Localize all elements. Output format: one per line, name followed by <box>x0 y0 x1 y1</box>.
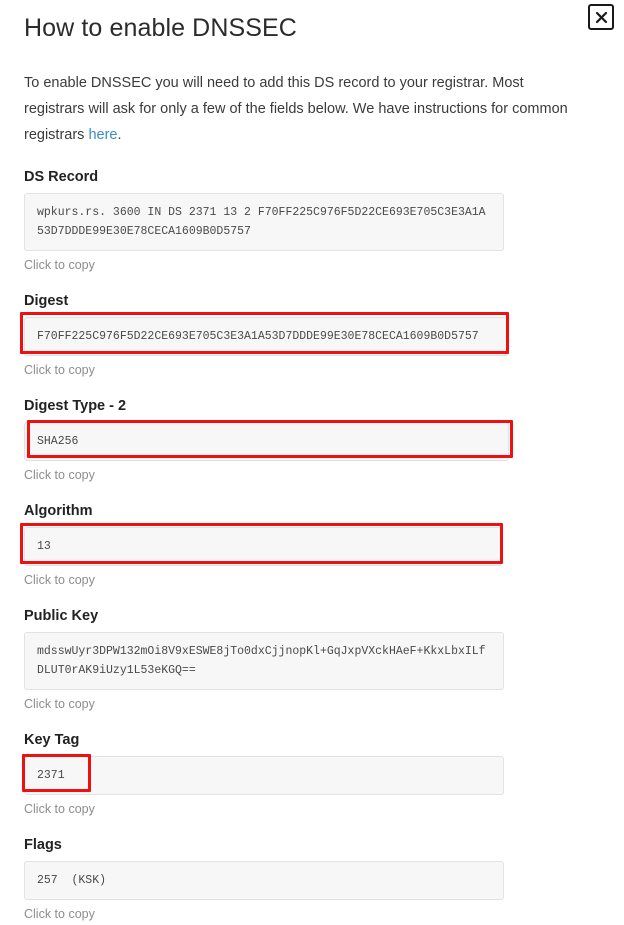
copy-hint-ds-record[interactable]: Click to copy <box>24 258 600 272</box>
value-public-key[interactable]: mdsswUyr3DPW132mOi8V9xESWE8jTo0dxCjjnopK… <box>24 632 504 690</box>
copy-hint-flags[interactable]: Click to copy <box>24 907 600 921</box>
intro-paragraph: To enable DNSSEC you will need to add th… <box>24 43 584 148</box>
value-wrap-ds-record: wpkurs.rs. 3600 IN DS 2371 13 2 F70FF225… <box>24 193 600 251</box>
field-label-algorithm: Algorithm <box>24 503 93 519</box>
field-digest-type: Digest Type - 2 SHA256 Click to copy <box>24 377 600 482</box>
field-label-digest: Digest <box>24 293 69 309</box>
intro-text-part2: . <box>117 127 122 143</box>
copy-hint-public-key[interactable]: Click to copy <box>24 697 600 711</box>
field-flags: Flags 257 (KSK) Click to copy <box>24 816 600 921</box>
value-key-tag[interactable]: 2371 <box>24 756 504 795</box>
value-digest[interactable]: F70FF225C976F5D22CE693E705C3E3A1A53D7DDD… <box>24 317 509 356</box>
copy-hint-digest[interactable]: Click to copy <box>24 363 600 377</box>
modal-content: How to enable DNSSEC To enable DNSSEC yo… <box>0 0 624 921</box>
field-label-ds-record: DS Record <box>24 169 99 185</box>
dnssec-instructions-modal: How to enable DNSSEC To enable DNSSEC yo… <box>0 0 624 925</box>
field-label-digest-type: Digest Type - 2 <box>24 398 127 414</box>
field-algorithm: Algorithm 13 Click to copy <box>20 482 600 587</box>
page-title: How to enable DNSSEC <box>24 14 297 42</box>
value-wrap-flags: 257 (KSK) <box>24 861 600 900</box>
field-public-key: Public Key mdsswUyr3DPW132mOi8V9xESWE8jT… <box>24 587 600 711</box>
field-key-tag: Key Tag 2371 Click to copy <box>22 711 600 816</box>
copy-hint-algorithm[interactable]: Click to copy <box>24 573 600 587</box>
field-ds-record: DS Record wpkurs.rs. 3600 IN DS 2371 13 … <box>24 148 600 272</box>
field-label-public-key: Public Key <box>24 608 99 624</box>
value-flags[interactable]: 257 (KSK) <box>24 861 504 900</box>
field-label-flags: Flags <box>24 837 62 853</box>
registrar-instructions-link[interactable]: here <box>88 127 117 143</box>
field-label-key-tag: Key Tag <box>24 732 80 748</box>
field-digest: Digest F70FF225C976F5D22CE693E705C3E3A1A… <box>20 272 600 377</box>
value-wrap-digest: F70FF225C976F5D22CE693E705C3E3A1A53D7DDD… <box>20 312 600 356</box>
value-wrap-digest-type: SHA256 <box>24 420 600 461</box>
close-glyph-icon <box>595 11 607 23</box>
value-algorithm[interactable]: 13 <box>24 527 502 566</box>
value-wrap-algorithm: 13 <box>20 523 600 566</box>
value-digest-type[interactable]: SHA256 <box>24 422 509 461</box>
copy-hint-key-tag[interactable]: Click to copy <box>24 802 600 816</box>
copy-hint-digest-type[interactable]: Click to copy <box>24 468 600 482</box>
close-icon[interactable] <box>588 4 614 30</box>
value-ds-record[interactable]: wpkurs.rs. 3600 IN DS 2371 13 2 F70FF225… <box>24 193 504 251</box>
value-wrap-public-key: mdsswUyr3DPW132mOi8V9xESWE8jTo0dxCjjnopK… <box>24 632 600 690</box>
value-wrap-key-tag: 2371 <box>22 754 600 795</box>
